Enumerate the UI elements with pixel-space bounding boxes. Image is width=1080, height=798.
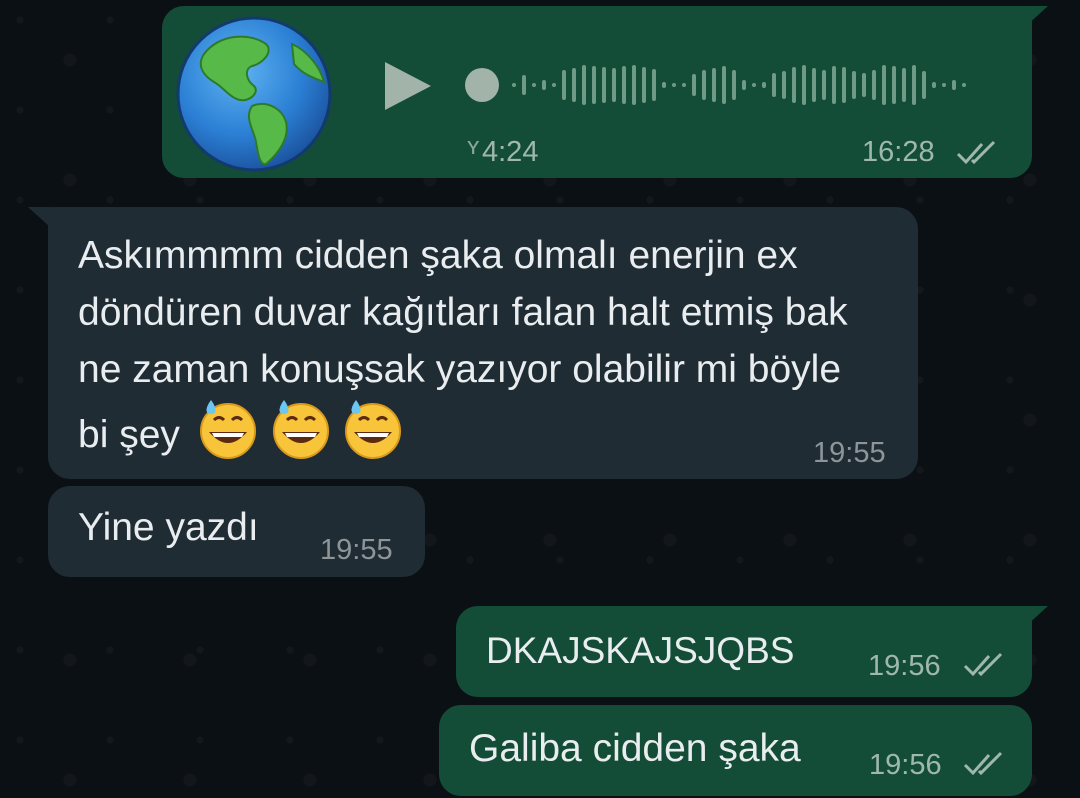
waveform-bar [642,67,646,103]
play-icon[interactable] [377,56,437,116]
waveform-bar [732,70,736,100]
waveform-bar [892,66,896,104]
waveform-bar [772,73,776,97]
waveform-bar [802,65,806,105]
waveform-bar [532,83,536,87]
voice-duration: 4:24 [482,136,539,168]
waveform-bar [812,68,816,102]
waveform-bar [752,83,756,87]
grinning-sweat-emoji-icon [345,400,402,459]
waveform-bar [782,71,786,99]
message-time: 19:56 [868,650,941,682]
grinning-sweat-emoji-icon [272,400,329,459]
waveform-bar [672,83,676,87]
waveform-bar [662,82,666,88]
message-text-content: Askımmmm cidden şaka olmalı enerjin ex d… [78,234,848,457]
bubble-tail [28,207,50,227]
waveform-bar [572,68,576,102]
message-text: Askımmmm cidden şaka olmalı enerjin ex d… [78,227,878,476]
waveform-bar [872,70,876,100]
waveform-bar [882,65,886,105]
waveform-bar [792,67,796,103]
waveform-bar [552,83,556,87]
waveform-bar [612,68,616,102]
outgoing-message-bubble[interactable]: Galiba cidden şaka 19:56 [439,705,1032,796]
waveform-bar [722,66,726,104]
chat-window: ʏ 4:24 16:28 Askımmmm cidden şaka olmalı… [0,0,1080,798]
incoming-message-bubble[interactable]: Yine yazdı 19:55 [48,486,425,577]
message-time: 16:28 [862,136,935,168]
message-text: Galiba cidden şaka [469,727,801,770]
waveform-bar [832,66,836,104]
voice-message-bubble[interactable]: ʏ 4:24 16:28 [162,6,1032,178]
waveform-bar [912,65,916,105]
message-time: 19:55 [813,437,886,469]
waveform-bar [932,82,936,88]
grinning-sweat-emoji-icon [199,400,256,459]
emoji-group [197,398,405,476]
waveform-bar [862,73,866,97]
waveform-bar [712,68,716,102]
message-time: 19:56 [869,749,942,781]
waveform-bar [942,83,946,87]
waveform-bar [822,70,826,100]
waveform-bar [512,83,516,87]
waveform-bar [952,80,956,90]
waveform-bar [922,71,926,99]
waveform-bar [742,80,746,90]
waveform-bar [632,65,636,105]
waveform-bar [562,70,566,100]
waveform-bar [652,69,656,101]
globe-avatar-icon [176,16,332,172]
waveform-bar [602,67,606,103]
message-text: DKAJSKAJSJQBS [486,630,795,671]
waveform-bar [622,66,626,104]
waveform-bar [842,67,846,103]
waveform-bar [702,70,706,100]
read-double-check-icon [956,140,996,165]
read-double-check-icon [963,751,1003,776]
message-text: Yine yazdı [78,506,259,549]
waveform-bar [582,65,586,105]
message-time: 19:55 [320,534,393,566]
waveform-scrubber-handle[interactable] [465,68,499,102]
waveform-bar [902,68,906,102]
waveform-bar [592,66,596,104]
waveform-bar [692,74,696,96]
waveform-bar [542,80,546,90]
waveform-bar [852,71,856,99]
mic-icon: ʏ [467,133,480,160]
read-double-check-icon [963,652,1003,677]
outgoing-message-bubble[interactable]: DKAJSKAJSJQBS 19:56 [456,606,1032,697]
waveform-slider[interactable] [462,50,1002,120]
waveform-bar [682,83,686,87]
waveform-bar [762,82,766,88]
incoming-message-bubble[interactable]: Askımmmm cidden şaka olmalı enerjin ex d… [48,207,918,479]
waveform-bar [962,83,966,87]
waveform-bar [522,75,526,95]
